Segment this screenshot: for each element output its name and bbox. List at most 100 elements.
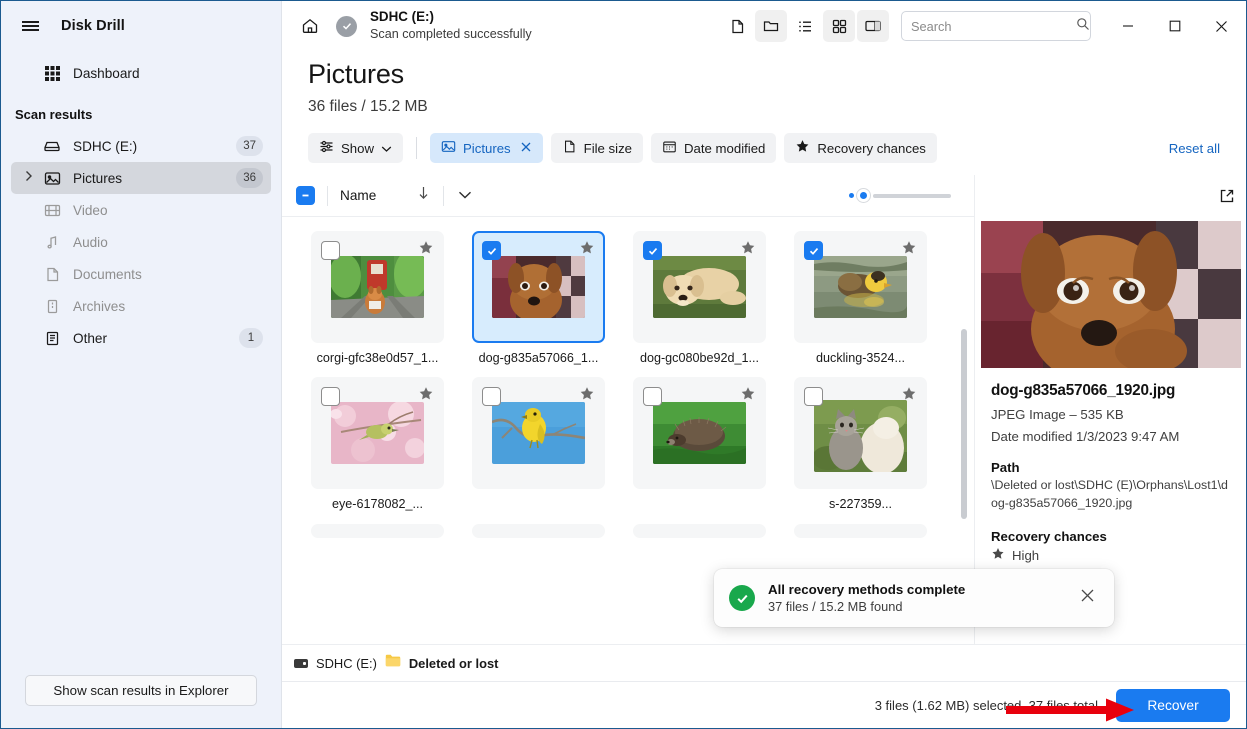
sidebar-item-audio[interactable]: Audio	[11, 226, 271, 258]
thumbnail-size-slider[interactable]	[849, 189, 954, 202]
sidebar-item-other[interactable]: Other 1	[11, 322, 271, 354]
file-thumbnail-box[interactable]	[311, 377, 444, 490]
file-thumbnail-box[interactable]	[311, 231, 444, 343]
document-icon	[43, 265, 61, 283]
preview-path-value: \Deleted or lost\SDHC (E)\Orphans\Lost1\…	[991, 478, 1228, 510]
slider-track[interactable]	[873, 193, 951, 198]
check-circle-icon	[336, 15, 357, 37]
file-tile[interactable]	[633, 523, 766, 538]
close-icon[interactable]	[1199, 4, 1244, 48]
file-tile[interactable]: eye-6178082_...	[311, 377, 444, 513]
main-area: SDHC (E:) Scan completed successfully Se…	[281, 1, 1246, 728]
arrow-down-icon[interactable]	[418, 186, 429, 205]
maximize-icon[interactable]	[1152, 4, 1197, 48]
file-checkbox[interactable]	[643, 241, 662, 260]
star-icon[interactable]	[418, 386, 434, 407]
sidebar-item-sdhc[interactable]: SDHC (E:) 37	[11, 130, 271, 162]
file-thumbnail	[814, 256, 907, 318]
chevron-right-icon[interactable]	[25, 169, 33, 187]
reset-all-link[interactable]: Reset all	[1169, 141, 1220, 156]
filter-chip-date-modified[interactable]: Date modified	[651, 133, 777, 163]
file-tile[interactable]: dog-g835a57066_1...	[472, 231, 605, 367]
file-thumbnail-box[interactable]	[633, 377, 766, 490]
sidebar-header: Disk Drill	[1, 1, 281, 51]
sidebar-item-pictures[interactable]: Pictures 36	[11, 162, 271, 194]
file-thumbnail-box[interactable]	[472, 377, 605, 490]
file-tile[interactable]: s-227359...	[794, 377, 927, 513]
file-checkbox[interactable]	[804, 387, 823, 407]
column-header-name[interactable]: Name	[340, 188, 376, 203]
file-thumbnail	[492, 256, 585, 318]
filter-chip-recovery-chances[interactable]: Recovery chances	[784, 133, 937, 163]
minimize-icon[interactable]	[1105, 4, 1150, 48]
file-thumbnail-box[interactable]	[472, 523, 605, 538]
file-thumbnail-box[interactable]	[311, 523, 444, 538]
chevron-down-icon[interactable]	[458, 187, 472, 205]
file-tile[interactable]	[794, 523, 927, 538]
recover-button[interactable]: Recover	[1116, 688, 1230, 722]
file-thumbnail-box[interactable]	[633, 231, 766, 343]
close-icon[interactable]	[520, 140, 532, 156]
scan-subtitle: Scan completed successfully	[370, 26, 532, 41]
search-input[interactable]	[911, 18, 1076, 34]
file-checkbox[interactable]	[482, 241, 501, 260]
star-icon[interactable]	[418, 240, 434, 261]
file-tile[interactable]	[472, 377, 605, 513]
sidebar-item-video[interactable]: Video	[11, 194, 271, 226]
file-thumbnail-box[interactable]	[794, 231, 927, 343]
file-thumbnail-box[interactable]	[794, 523, 927, 538]
sidebar-footer: Show scan results in Explorer	[1, 665, 281, 728]
star-icon[interactable]	[901, 240, 917, 261]
preview-image	[980, 221, 1241, 368]
file-checkbox[interactable]	[482, 387, 501, 407]
file-tile[interactable]	[472, 523, 605, 538]
select-all-checkbox[interactable]	[296, 186, 315, 205]
file-checkbox[interactable]	[804, 241, 823, 260]
star-icon[interactable]	[901, 386, 917, 407]
file-tile[interactable]: corgi-gfc38e0d57_1...	[311, 231, 444, 367]
hamburger-icon[interactable]	[13, 9, 47, 43]
file-checkbox[interactable]	[321, 241, 340, 260]
filter-chip-pictures[interactable]: Pictures	[430, 133, 543, 163]
file-checkbox[interactable]	[643, 387, 662, 407]
filter-chip-label: Date modified	[684, 140, 766, 156]
star-icon[interactable]	[740, 386, 756, 407]
slider-knob[interactable]	[857, 189, 870, 202]
home-icon[interactable]	[294, 10, 326, 42]
calendar-icon	[662, 139, 677, 157]
sidebar-item-archives[interactable]: Archives	[11, 290, 271, 322]
file-tile[interactable]: duckling-3524...	[794, 231, 927, 367]
toast-subtitle: 37 files / 15.2 MB found	[768, 599, 903, 614]
star-icon[interactable]	[579, 240, 595, 261]
file-name: dog-g835a57066_1...	[478, 351, 599, 365]
filter-chip-file-size[interactable]: File size	[550, 133, 644, 163]
sidebar: Disk Drill Dashboard Scan results SDHC (…	[1, 1, 281, 728]
file-view-icon[interactable]	[721, 10, 753, 42]
close-icon[interactable]	[1075, 583, 1100, 613]
file-tile[interactable]	[633, 377, 766, 513]
grid-view-icon[interactable]	[823, 10, 855, 42]
file-grid: corgi-gfc38e0d57_1... dog-g835a57066_1..…	[282, 231, 974, 538]
sidebar-item-label: Other	[73, 330, 107, 346]
file-thumbnail-box[interactable]	[633, 523, 766, 538]
file-tile[interactable]	[311, 523, 444, 538]
sidebar-item-documents[interactable]: Documents	[11, 258, 271, 290]
star-icon[interactable]	[740, 240, 756, 261]
sidebar-item-label: SDHC (E:)	[73, 138, 138, 154]
file-thumbnail-box[interactable]	[794, 377, 927, 490]
file-checkbox[interactable]	[321, 387, 340, 407]
star-icon[interactable]	[579, 386, 595, 407]
grid-icon	[43, 64, 61, 82]
vertical-scrollbar[interactable]	[961, 329, 967, 519]
search-box[interactable]	[901, 11, 1091, 41]
open-external-icon[interactable]	[1218, 187, 1236, 210]
preview-pane-icon[interactable]	[857, 10, 889, 42]
file-thumbnail-box[interactable]	[472, 231, 605, 343]
list-view-icon[interactable]	[789, 10, 821, 42]
folder-view-icon[interactable]	[755, 10, 787, 42]
file-tile[interactable]: dog-gc080be92d_1...	[633, 231, 766, 367]
file-thumbnail	[653, 256, 746, 318]
show-in-explorer-button[interactable]: Show scan results in Explorer	[25, 675, 257, 706]
sidebar-item-dashboard[interactable]: Dashboard	[11, 57, 271, 89]
show-filter-button[interactable]: Show	[308, 133, 403, 163]
